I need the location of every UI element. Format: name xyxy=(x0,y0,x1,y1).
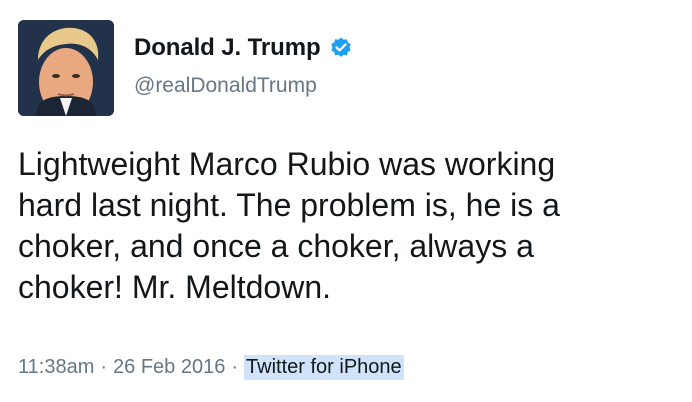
display-name[interactable]: Donald J. Trump xyxy=(134,34,321,62)
tweet-source[interactable]: Twitter for iPhone xyxy=(244,355,404,380)
meta-separator: · xyxy=(231,356,239,378)
tweet-text: Lightweight Marco Rubio was working hard… xyxy=(18,144,678,308)
tweet-text-line: Lightweight Marco Rubio was working xyxy=(18,146,556,182)
tweet-text-line: choker! Mr. Meltdown. xyxy=(18,269,331,305)
tweet-card: Donald J. Trump @realDonaldTrump Lightwe… xyxy=(0,0,692,402)
user-handle[interactable]: @realDonaldTrump xyxy=(134,74,317,98)
name-row: Donald J. Trump xyxy=(134,34,353,62)
meta-separator: · xyxy=(100,356,108,378)
profile-photo-icon xyxy=(18,20,114,116)
verified-badge-icon xyxy=(329,36,353,60)
tweet-date[interactable]: 26 Feb 2016 xyxy=(113,356,225,379)
tweet-metadata: 11:38am · 26 Feb 2016 · Twitter for iPho… xyxy=(18,355,404,380)
avatar[interactable] xyxy=(18,20,114,116)
tweet-time[interactable]: 11:38am xyxy=(18,356,94,379)
tweet-text-line: hard last night. The problem is, he is a xyxy=(18,187,560,223)
tweet-text-line: choker, and once a choker, always a xyxy=(18,228,534,264)
